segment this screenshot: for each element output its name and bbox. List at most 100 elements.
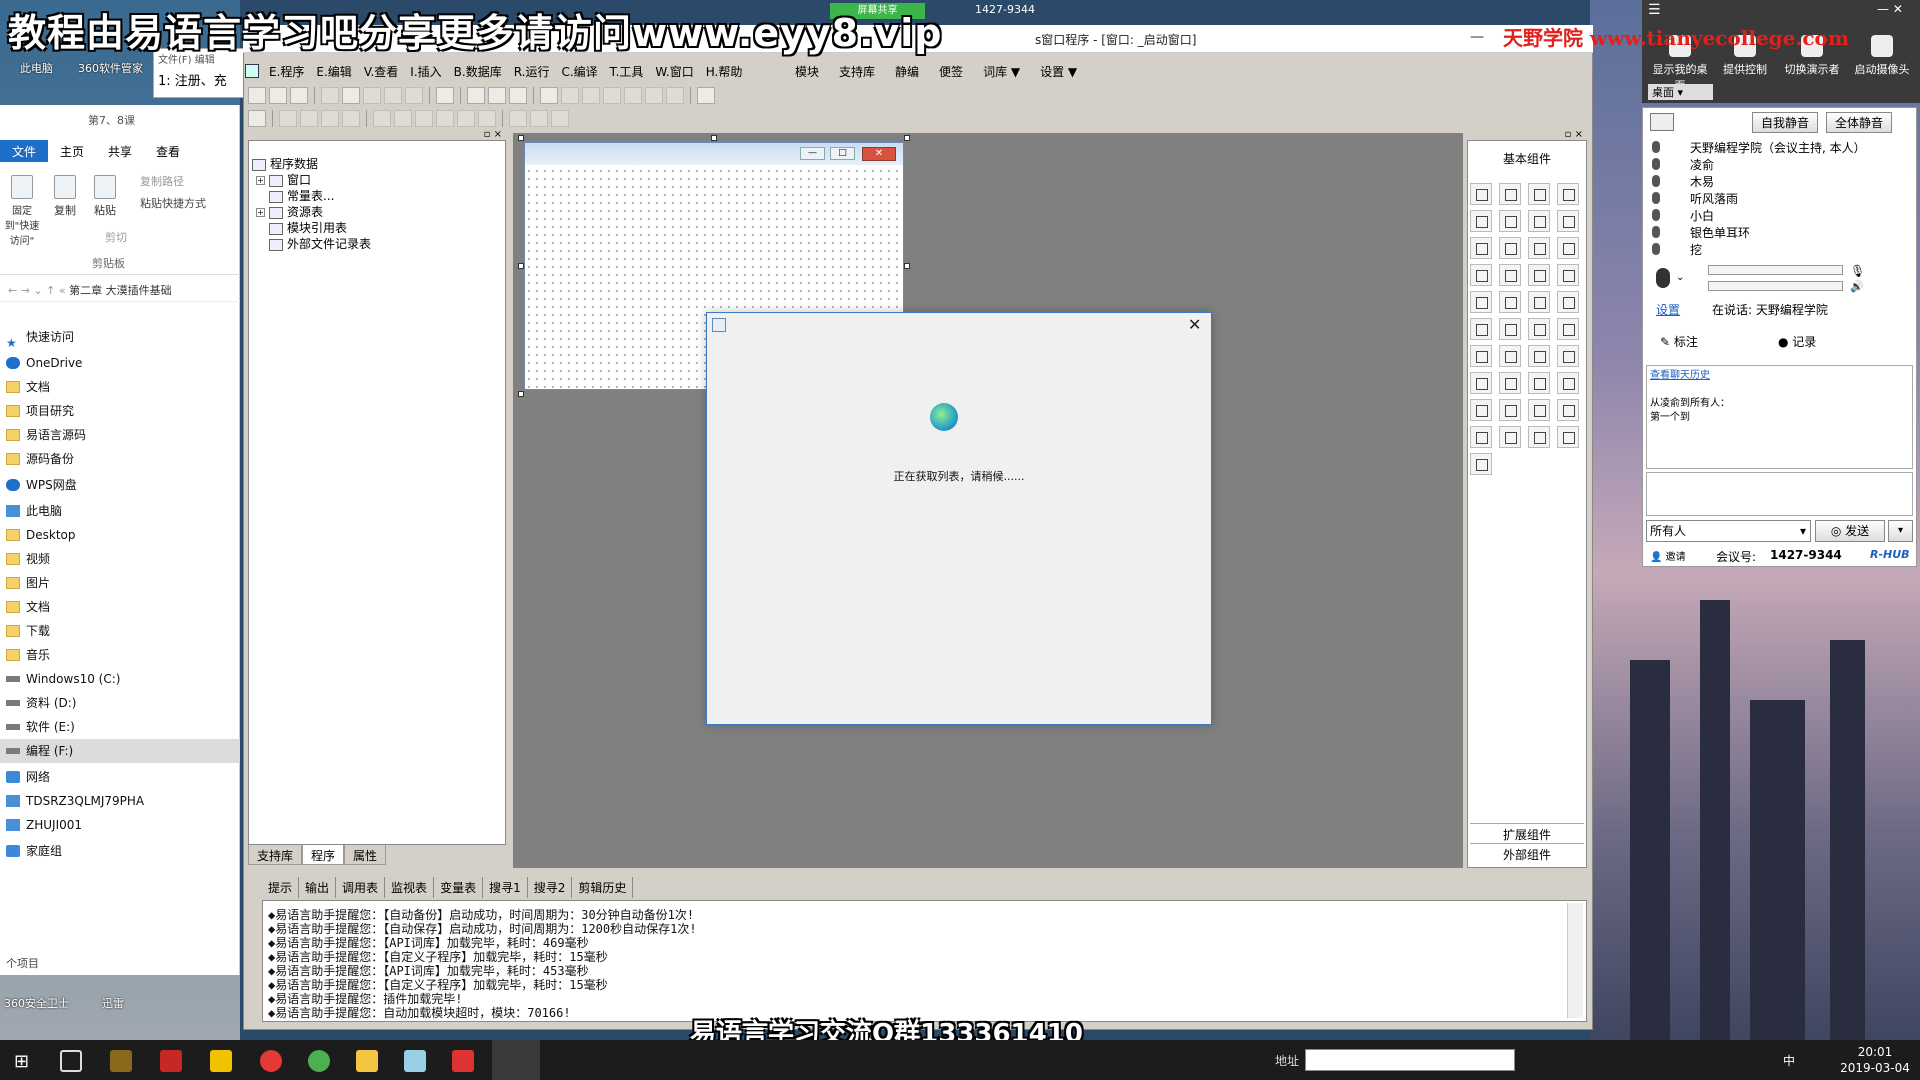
same-height-icon[interactable] — [478, 109, 496, 127]
tree-item[interactable]: 模块引用表 — [256, 219, 347, 236]
component-icon[interactable] — [1528, 372, 1550, 394]
resize-handle[interactable] — [518, 135, 524, 141]
component-icon[interactable] — [1470, 291, 1492, 313]
desktop-icon-this-pc[interactable]: 此电脑 — [20, 60, 53, 76]
menu-item-extra[interactable]: 词库 ▼ — [983, 63, 1020, 80]
component-icon[interactable] — [1499, 372, 1521, 394]
tab-share[interactable]: 共享 — [96, 140, 144, 162]
output-scrollbar[interactable] — [1567, 903, 1583, 1018]
component-icon[interactable] — [1557, 345, 1579, 367]
output-tab[interactable]: 搜寻1 — [483, 876, 528, 898]
stop-icon[interactable] — [561, 86, 579, 104]
nav-item[interactable]: 易语言源码 — [0, 423, 240, 447]
component-icon[interactable] — [1470, 426, 1492, 448]
component-icon[interactable] — [1499, 264, 1521, 286]
palette-external[interactable]: 外部组件 — [1470, 843, 1584, 863]
component-icon[interactable] — [1470, 237, 1492, 259]
ide-window-controls[interactable]: — — [1470, 29, 1502, 45]
nav-item[interactable]: 文档 — [0, 375, 240, 399]
nav-item[interactable]: 音乐 — [0, 643, 240, 667]
new-file-icon[interactable] — [248, 86, 266, 104]
tab-home[interactable]: 主页 — [48, 140, 96, 162]
component-icon[interactable] — [1470, 453, 1492, 475]
layout-alt-icon[interactable] — [509, 86, 527, 104]
attendee-item[interactable]: 小白 — [1690, 207, 1714, 224]
tab-program[interactable]: 程序 — [302, 845, 345, 865]
output-tab[interactable]: 搜寻2 — [528, 876, 573, 898]
expand-icon[interactable]: + — [256, 208, 265, 217]
output-tab[interactable]: 调用表 — [336, 876, 386, 898]
paste-icon[interactable] — [363, 86, 381, 104]
vip-app-icon[interactable] — [110, 1050, 132, 1072]
start-camera-button[interactable]: 启动摄像头 — [1852, 35, 1912, 77]
component-icon[interactable] — [1557, 399, 1579, 421]
nav-item[interactable]: 编程 (F:) — [0, 739, 240, 763]
component-icon[interactable] — [1528, 183, 1550, 205]
screen-icon[interactable] — [1650, 113, 1674, 131]
chat-recipient-select[interactable]: 所有人 ▾ — [1646, 520, 1811, 542]
component-icon[interactable] — [1499, 237, 1521, 259]
component-icon[interactable] — [1557, 372, 1579, 394]
paste-button[interactable]: 粘贴 — [90, 175, 120, 218]
attendee-item[interactable]: 银色单耳环 — [1690, 224, 1750, 241]
output-tab[interactable]: 监视表 — [385, 876, 435, 898]
chat-input[interactable] — [1646, 472, 1913, 516]
menu-item[interactable]: C.编译 — [555, 63, 603, 80]
nav-item[interactable]: 网络 — [0, 765, 240, 789]
cut-button[interactable]: 剪切 — [105, 229, 127, 245]
menu-item-extra[interactable]: 便签 — [939, 63, 963, 80]
menu-item[interactable]: E.编辑 — [310, 63, 357, 80]
mic-level-meter[interactable] — [1708, 265, 1843, 275]
panel-close-icon[interactable]: ▫ × — [1565, 129, 1583, 140]
help-app-icon[interactable] — [210, 1050, 232, 1072]
nav-item[interactable]: 下载 — [0, 619, 240, 643]
menu-item[interactable]: B.数据库 — [448, 63, 508, 80]
output-tab[interactable]: 变量表 — [434, 876, 484, 898]
dialog-close-button[interactable]: ✕ — [1188, 315, 1201, 334]
menu-item[interactable]: R.运行 — [508, 63, 556, 80]
component-icon[interactable] — [1470, 183, 1492, 205]
component-icon[interactable] — [1557, 237, 1579, 259]
component-icon[interactable] — [1499, 210, 1521, 232]
resize-handle[interactable] — [518, 263, 524, 269]
resize-handle[interactable] — [518, 391, 524, 397]
cut-icon[interactable] — [321, 86, 339, 104]
align-right-icon[interactable] — [300, 109, 318, 127]
send-options-button[interactable]: ▾ — [1888, 520, 1913, 542]
tree-item[interactable]: 外部文件记录表 — [256, 235, 371, 252]
component-icon[interactable] — [1557, 291, 1579, 313]
component-icon[interactable] — [1470, 345, 1492, 367]
undo-icon[interactable] — [384, 86, 402, 104]
center-v-icon[interactable] — [394, 109, 412, 127]
component-icon[interactable] — [1528, 237, 1550, 259]
dm-app-icon[interactable] — [160, 1050, 182, 1072]
mute-all-button[interactable]: 全体静音 — [1826, 112, 1893, 133]
space-h-icon[interactable] — [415, 109, 433, 127]
component-icon[interactable] — [1528, 210, 1550, 232]
explorer-address-bar[interactable]: ← → ⌄ ↑ « 第二章 大漠插件基础 — [0, 280, 240, 302]
menu-item[interactable]: V.查看 — [358, 63, 404, 80]
resize-handle[interactable] — [904, 263, 910, 269]
annotate-button[interactable]: ✎ 标注 — [1660, 333, 1698, 350]
menu-item-extra[interactable]: 支持库 — [839, 63, 875, 80]
menu-icon[interactable]: ☰ — [1648, 2, 1661, 18]
active-task-icon[interactable] — [492, 1040, 540, 1080]
address-input[interactable] — [1305, 1049, 1515, 1071]
resize-handle[interactable] — [904, 135, 910, 141]
align-bottom-icon[interactable] — [342, 109, 360, 127]
chrome-icon[interactable] — [308, 1050, 330, 1072]
nav-item[interactable]: 软件 (E:) — [0, 715, 240, 739]
tree-item[interactable]: 常量表... — [256, 187, 334, 204]
speaker-level-meter[interactable] — [1708, 281, 1843, 291]
component-icon[interactable] — [1528, 264, 1550, 286]
ime-indicator[interactable]: 中 — [1783, 1052, 1795, 1069]
mute-self-button[interactable]: 自我静音 — [1752, 112, 1819, 133]
mic-dropdown-icon[interactable]: ⌄ — [1676, 272, 1684, 283]
attendee-item[interactable]: 天野编程学院（会议主持, 本人） — [1690, 139, 1866, 156]
start-icon[interactable]: ⊞ — [14, 1051, 29, 1072]
component-icon[interactable] — [1470, 372, 1492, 394]
nav-item[interactable]: ★ 快速访问 — [0, 325, 240, 350]
desktop-icon-360-manager[interactable]: 360软件管家 — [78, 60, 143, 76]
nav-item[interactable]: 此电脑 — [0, 499, 240, 523]
nav-item[interactable]: 视频 — [0, 547, 240, 571]
